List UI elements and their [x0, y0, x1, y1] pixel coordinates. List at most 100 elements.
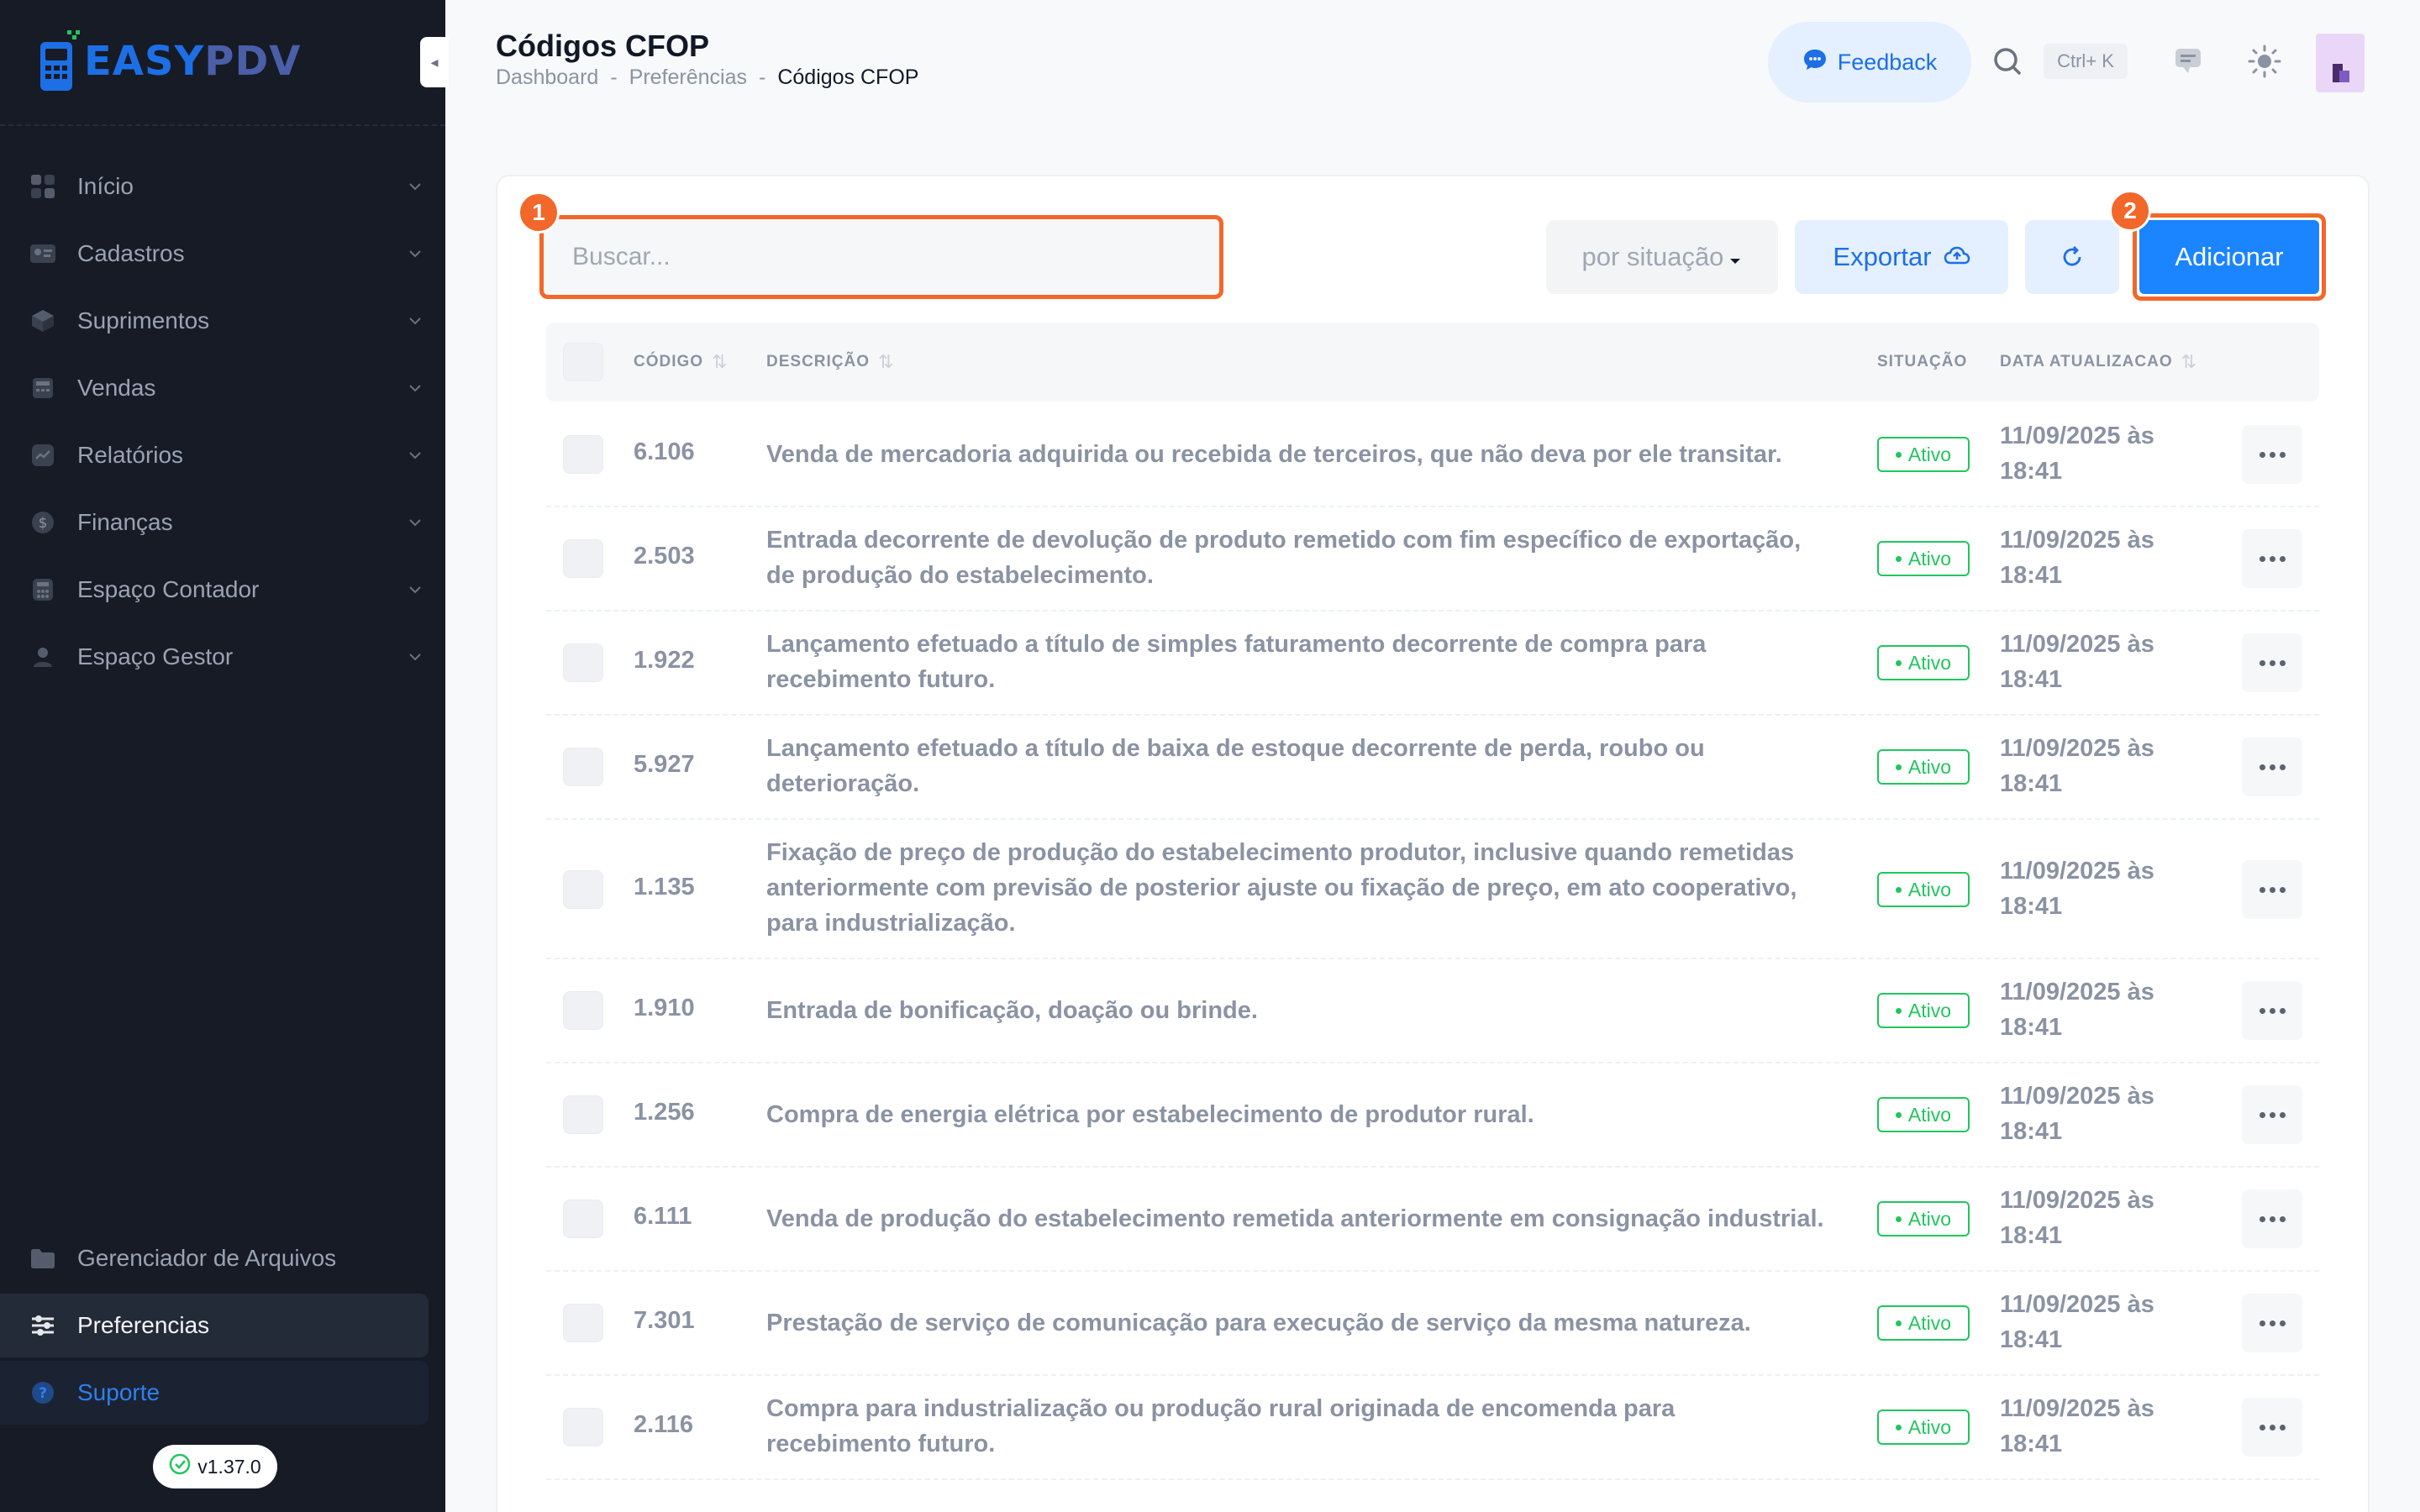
dot [2259, 1007, 2265, 1014]
row-checkbox[interactable] [563, 435, 603, 474]
search-input[interactable] [539, 215, 1223, 299]
updated-date: 11/09/2025 às 18:41 [2000, 731, 2185, 801]
theme-toggle-button[interactable] [2247, 44, 2282, 79]
row-checkbox[interactable] [563, 991, 603, 1030]
status-dot [1895, 1320, 1902, 1326]
sidebar-item-label: Finanças [77, 509, 173, 535]
time-line: 18:41 [2000, 1431, 2063, 1457]
sidebar-item-relatorios[interactable]: Relatórios [0, 422, 445, 489]
sidebar-item-suporte[interactable]: ? Suporte [0, 1361, 429, 1425]
time-line: 18:41 [2000, 1118, 2063, 1145]
status-dot [1895, 1007, 1902, 1014]
cfop-description: Venda de produção do estabelecimento rem… [766, 1205, 1824, 1232]
messages-button[interactable] [2171, 44, 2205, 77]
column-label: SITUAÇÃO [1877, 353, 1968, 370]
row-checkbox[interactable] [563, 1095, 603, 1134]
sidebar-item-suprimentos[interactable]: Suprimentos [0, 287, 445, 354]
sidebar-item-espaco-gestor[interactable]: Espaço Gestor [0, 623, 445, 690]
cfop-code: 6.106 [634, 438, 695, 465]
sidebar-item-financas[interactable]: $ Finanças [0, 489, 445, 556]
date-line: 11/09/2025 às [2000, 1083, 2154, 1110]
date-line: 11/09/2025 às [2000, 735, 2154, 762]
sidebar-nav: Início Cadastros Suprimentos Vendas Rela… [0, 153, 445, 690]
dot [2279, 659, 2286, 666]
sidebar-item-espaco-contador[interactable]: Espaço Contador [0, 556, 445, 623]
sidebar-item-cadastros[interactable]: Cadastros [0, 220, 445, 287]
sidebar-bottom-nav: Gerenciador de Arquivos Preferencias ? S… [0, 1226, 445, 1428]
row-actions-button[interactable] [2242, 1189, 2302, 1248]
sidebar-item-preferencias[interactable]: Preferencias [0, 1294, 429, 1357]
page-title: Códigos CFOP [496, 29, 709, 63]
row-checkbox[interactable] [563, 1408, 603, 1446]
status-badge: Ativo [1877, 437, 1970, 472]
breadcrumb-separator: - [759, 66, 766, 89]
row-actions-button[interactable] [2242, 860, 2302, 919]
dot [2269, 1007, 2275, 1014]
time-line: 18:41 [2000, 893, 2063, 920]
cloud-upload-icon [1944, 242, 1970, 272]
cfop-code: 1.256 [634, 1099, 695, 1126]
dot [2259, 1424, 2265, 1431]
column-header-updated[interactable]: DATA ATUALIZACAO ⇅ [2000, 323, 2197, 402]
search-icon [1994, 48, 2021, 75]
sun-icon [2248, 45, 2281, 78]
row-actions-button[interactable] [2242, 981, 2302, 1040]
refresh-button[interactable] [2025, 220, 2119, 294]
table-row: 1.922 Lançamento efetuado a título de si… [546, 612, 2319, 716]
table-row: 2.116 Compra para industrialização ou pr… [546, 1376, 2319, 1480]
sidebar-item-gerenciador-arquivos[interactable]: Gerenciador de Arquivos [0, 1226, 429, 1290]
breadcrumb-dashboard[interactable]: Dashboard [496, 66, 598, 90]
time-line: 18:41 [2000, 562, 2063, 589]
app-logo[interactable]: EASYPDV [37, 29, 301, 94]
cfop-code: 2.116 [634, 1411, 693, 1438]
status-badge: Ativo [1877, 872, 1970, 907]
column-header-description[interactable]: DESCRIÇÃO ⇅ [766, 323, 894, 402]
date-line: 11/09/2025 às [2000, 1187, 2154, 1214]
dot [2269, 764, 2275, 770]
row-checkbox[interactable] [563, 748, 603, 786]
row-actions-button[interactable] [2242, 1294, 2302, 1352]
status-label: Ativo [1907, 1207, 1952, 1230]
row-actions-button[interactable] [2242, 738, 2302, 796]
sidebar-collapse-button[interactable]: ◂ [420, 37, 449, 87]
dot [2279, 555, 2286, 562]
version-text: v1.37.0 [197, 1455, 261, 1478]
select-all-checkbox[interactable] [563, 343, 603, 381]
status-label: Ativo [1907, 755, 1952, 778]
row-actions-button[interactable] [2242, 1085, 2302, 1144]
export-button[interactable]: Exportar [1795, 220, 2008, 294]
cfop-description: Venda de mercadoria adquirida ou recebid… [766, 441, 1782, 468]
updated-date: 11/09/2025 às 18:41 [2000, 1079, 2185, 1149]
row-actions-button[interactable] [2242, 425, 2302, 484]
add-button[interactable]: Adicionar [2139, 220, 2319, 294]
status-dot [1895, 1215, 1902, 1222]
row-actions-button[interactable] [2242, 529, 2302, 588]
row-actions-button[interactable] [2242, 1398, 2302, 1457]
row-checkbox[interactable] [563, 870, 603, 909]
date-line: 11/09/2025 às [2000, 979, 2154, 1005]
status-dot [1895, 1424, 1902, 1431]
dot [2259, 659, 2265, 666]
row-checkbox[interactable] [563, 1304, 603, 1342]
dot [2269, 886, 2275, 893]
table-row: 1.256 Compra de energia elétrica por est… [546, 1063, 2319, 1168]
column-header-code[interactable]: CÓDIGO ⇅ [634, 323, 729, 402]
row-actions-button[interactable] [2242, 633, 2302, 692]
sliders-icon [29, 1311, 57, 1340]
row-checkbox[interactable] [563, 1200, 603, 1238]
breadcrumb-preferencias[interactable]: Preferências [629, 66, 747, 90]
table-row: 2.503 Entrada decorrente de devolução de… [546, 507, 2319, 612]
dot [2279, 451, 2286, 458]
chart-icon [29, 441, 57, 470]
status-badge: Ativo [1877, 1305, 1970, 1341]
row-checkbox[interactable] [563, 643, 603, 682]
row-checkbox[interactable] [563, 539, 603, 578]
feedback-button[interactable]: Feedback [1768, 22, 1971, 102]
version-badge: v1.37.0 [153, 1445, 277, 1488]
user-avatar[interactable] [2316, 34, 2365, 92]
status-filter-dropdown[interactable]: por situação [1546, 220, 1778, 294]
sidebar-item-vendas[interactable]: Vendas [0, 354, 445, 422]
global-search-button[interactable] [1991, 45, 2025, 79]
dot [2259, 886, 2265, 893]
sidebar-item-inicio[interactable]: Início [0, 153, 445, 220]
